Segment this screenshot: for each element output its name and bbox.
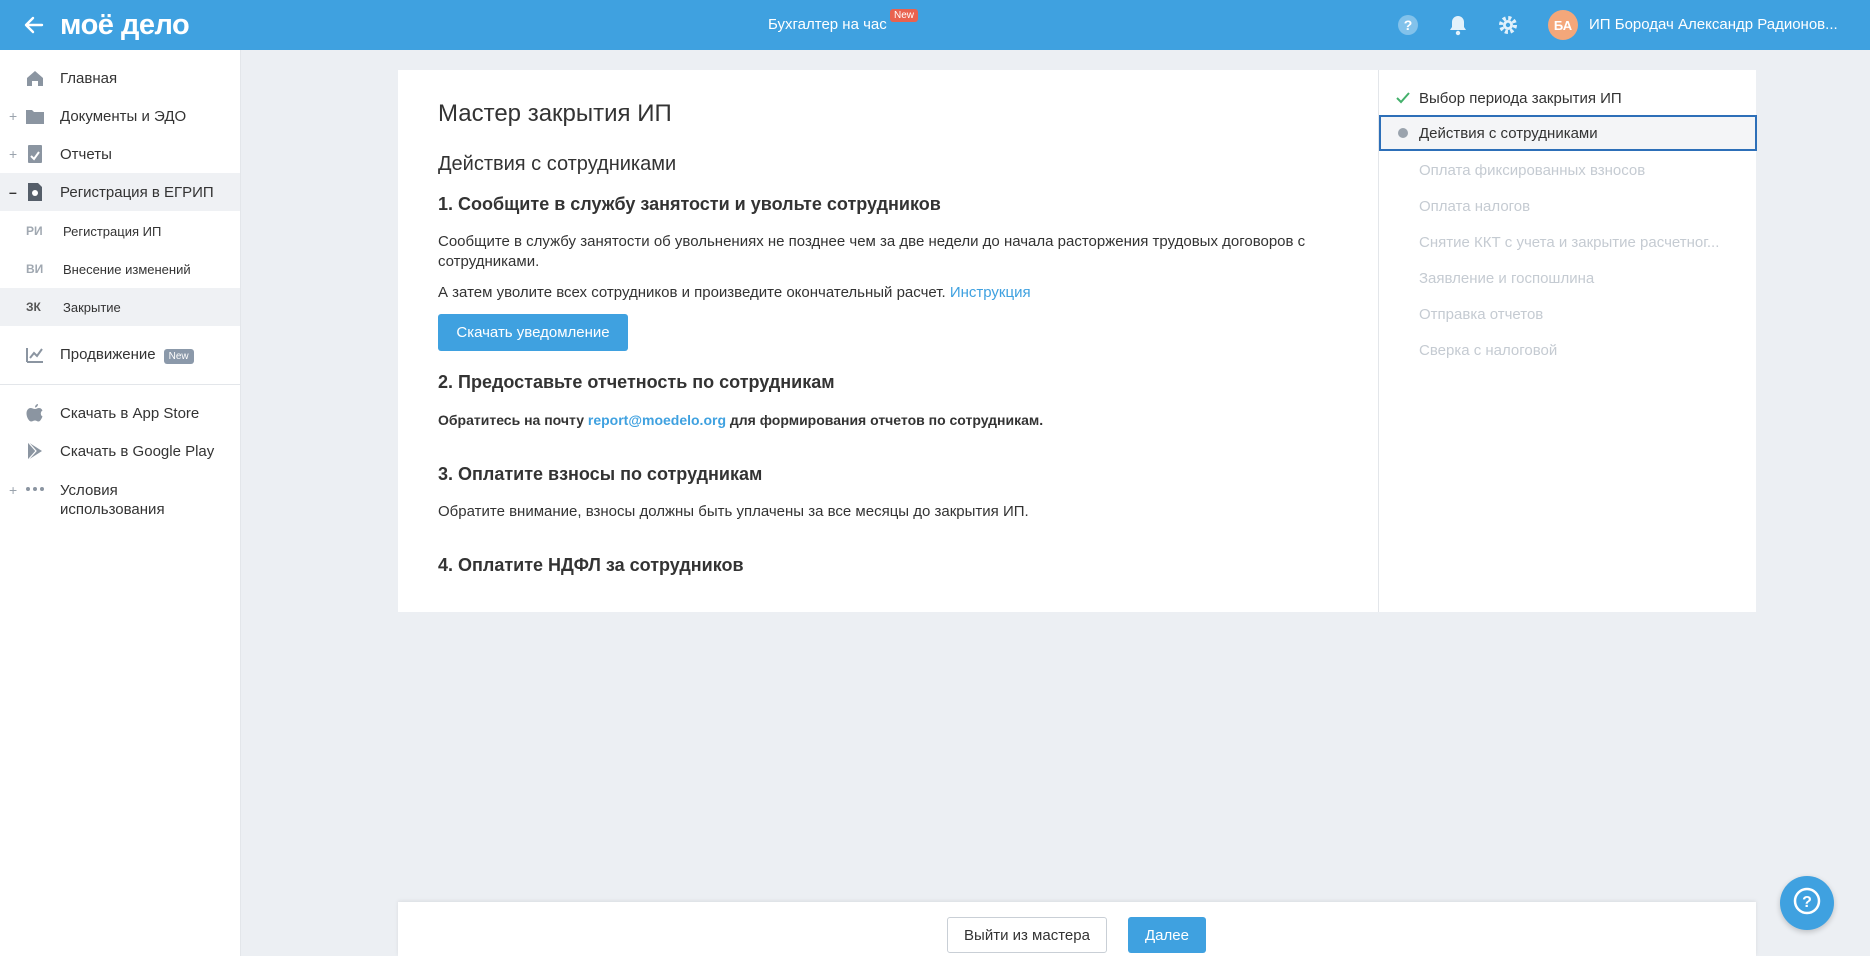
step4-heading: 4. Оплатите НДФЛ за сотрудников xyxy=(438,555,744,575)
sidebar-item-label: Скачать в App Store xyxy=(60,404,200,422)
question-icon: ? xyxy=(1793,887,1821,920)
step-item: Снятие ККТ с учета и закрытие расчетног.… xyxy=(1379,224,1757,260)
chart-icon xyxy=(24,343,46,365)
step2-heading: 2. Предоставьте отчетность по сотрудника… xyxy=(438,372,835,392)
sidebar-item-label: Регистрация в ЕГРИП xyxy=(60,183,214,201)
dot-icon xyxy=(1395,125,1411,141)
step-label: Выбор периода закрытия ИП xyxy=(1419,89,1622,107)
bell-icon[interactable] xyxy=(1446,13,1470,37)
subitem-abbr: ЗК xyxy=(26,300,41,314)
step2-text: Обратитесь на почту report@moedelo.org д… xyxy=(438,412,1044,428)
step-label: Заявление и госпошлина xyxy=(1419,269,1595,287)
sidebar-item-egrip[interactable]: – Регистрация в ЕГРИП xyxy=(0,173,240,211)
download-notice-button[interactable]: Скачать уведомление xyxy=(438,314,628,351)
subitem-abbr: ВИ xyxy=(26,262,44,276)
new-badge: New xyxy=(163,348,194,364)
instruction-link[interactable]: Инструкция xyxy=(950,284,1031,301)
sidebar-item-label: Скачать в Google Play xyxy=(60,442,215,460)
step-item: Оплата фиксированных взносов xyxy=(1379,152,1757,188)
step3-heading: 3. Оплатите взносы по сотрудникам xyxy=(438,464,763,484)
sidebar-item-label: Главная xyxy=(60,69,118,87)
step-label: Действия с сотрудниками xyxy=(1419,124,1598,142)
divider xyxy=(0,384,240,385)
report-icon xyxy=(24,143,46,165)
home-icon xyxy=(24,67,46,89)
step-label: Оплата фиксированных взносов xyxy=(1419,161,1646,179)
google-play-icon xyxy=(24,440,46,462)
expand-icon[interactable]: + xyxy=(9,482,17,498)
subitem-label: Закрытие xyxy=(63,299,121,315)
email-link[interactable]: report@moedelo.org xyxy=(588,412,726,428)
folder-icon xyxy=(24,105,46,127)
sidebar-item-label: Документы и ЭДО xyxy=(60,107,187,125)
gear-icon[interactable] xyxy=(1496,13,1520,37)
collapse-icon[interactable]: – xyxy=(9,184,17,200)
step-item: Оплата налогов xyxy=(1379,188,1757,224)
step1-text2: А затем уволите всех сотрудников и произ… xyxy=(438,284,1031,301)
wizard-steps: Выбор периода закрытия ИП Действия с сот… xyxy=(1378,70,1757,612)
sidebar-item-reports[interactable]: + Отчеты xyxy=(0,135,240,173)
accountant-per-hour-link[interactable]: Бухгалтер на час xyxy=(768,16,887,33)
section-title: Действия с сотрудниками xyxy=(438,153,677,175)
check-icon xyxy=(1395,90,1411,106)
sidebar: Главная + Документы и ЭДО + Отчеты – Рег… xyxy=(0,50,241,956)
subitem-changes[interactable]: ВИ Внесение изменений xyxy=(0,250,240,288)
help-chat-button[interactable]: ? xyxy=(1780,876,1834,930)
svg-text:?: ? xyxy=(1802,894,1812,911)
step1-text: Сообщите в службу занятости об увольнени… xyxy=(438,233,1306,270)
user-name[interactable]: ИП Бородач Александр Радионов... xyxy=(1589,16,1839,33)
step3-text: Обратите внимание, взносы должны быть уп… xyxy=(438,503,1029,520)
step-item[interactable]: Выбор периода закрытия ИП xyxy=(1379,80,1757,116)
subitem-closing[interactable]: ЗК Закрытие xyxy=(0,288,240,326)
wizard-content: Мастер закрытия ИП Действия с сотрудника… xyxy=(398,70,1378,612)
step-label: Отправка отчетов xyxy=(1419,305,1544,323)
avatar[interactable]: БА xyxy=(1548,10,1578,40)
next-button[interactable]: Далее xyxy=(1128,917,1206,953)
expand-icon[interactable]: + xyxy=(9,146,17,162)
step-item: Сверка с налоговой xyxy=(1379,332,1757,368)
sidebar-item-documents[interactable]: + Документы и ЭДО xyxy=(0,97,240,135)
subitem-label: Регистрация ИП xyxy=(63,223,162,239)
sidebar-item-label: Отчеты xyxy=(60,145,112,163)
registration-icon xyxy=(24,181,46,203)
sidebar-item-google-play[interactable]: Скачать в Google Play xyxy=(0,432,240,470)
sidebar-item-terms[interactable]: + Условия использования xyxy=(0,478,240,522)
logo[interactable]: моё дело xyxy=(60,9,190,42)
new-badge: New xyxy=(890,9,919,22)
sidebar-item-label: Условия использования xyxy=(60,482,165,518)
sidebar-item-home[interactable]: Главная xyxy=(0,59,240,97)
page-title: Мастер закрытия ИП xyxy=(438,100,672,127)
step-item-current[interactable]: Действия с сотрудниками xyxy=(1379,115,1757,151)
sidebar-item-promotion[interactable]: Продвижение New xyxy=(0,335,240,373)
help-icon[interactable]: ? xyxy=(1396,13,1420,37)
expand-icon[interactable]: + xyxy=(9,108,17,124)
step-item: Заявление и госпошлина xyxy=(1379,260,1757,296)
wizard-footer: Выйти из мастера Далее xyxy=(398,902,1756,956)
sidebar-item-label: Продвижение New xyxy=(60,346,194,364)
step-label: Снятие ККТ с учета и закрытие расчетног.… xyxy=(1419,233,1720,251)
step-label: Оплата налогов xyxy=(1419,197,1531,215)
svg-text:?: ? xyxy=(1404,17,1413,33)
sidebar-item-app-store[interactable]: Скачать в App Store xyxy=(0,394,240,432)
step-label: Сверка с налоговой xyxy=(1419,341,1558,359)
subitem-label: Внесение изменений xyxy=(63,261,191,277)
subitem-abbr: РИ xyxy=(26,224,43,238)
subitem-registration-ip[interactable]: РИ Регистрация ИП xyxy=(0,212,240,250)
step1-heading: 1. Сообщите в службу занятости и увольте… xyxy=(438,194,941,214)
back-arrow-icon[interactable] xyxy=(22,13,46,37)
top-bar: моё дело Бухгалтер на час New ? БА ИП Бо… xyxy=(0,0,1870,50)
step-item: Отправка отчетов xyxy=(1379,296,1757,332)
apple-icon xyxy=(24,402,46,424)
exit-wizard-button[interactable]: Выйти из мастера xyxy=(947,917,1107,953)
more-icon xyxy=(24,478,46,500)
